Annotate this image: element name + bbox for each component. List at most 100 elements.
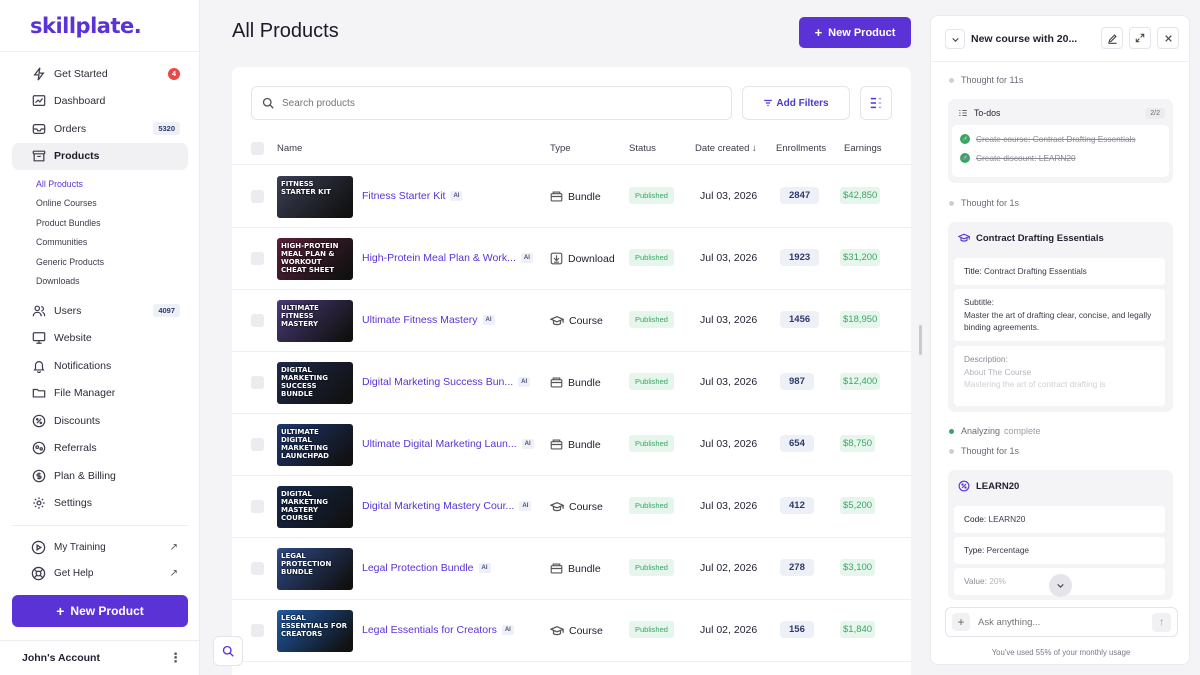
view-toggle-button[interactable] (860, 86, 892, 120)
column-enrollments[interactable]: Enrollments (776, 143, 826, 154)
sidebar-item-referrals[interactable]: Referrals (12, 435, 188, 463)
product-thumbnail[interactable]: LEGAL PROTECTION BUNDLE (277, 548, 353, 590)
panel-title[interactable]: New course with 20... (971, 33, 1077, 45)
field-label: Value: (964, 576, 987, 586)
product-thumbnail[interactable]: ULTIMATE FITNESS MASTERY (277, 300, 353, 342)
product-name-link[interactable]: Fitness Starter Kit AI (362, 190, 463, 202)
product-thumbnail[interactable]: LEGAL ESSENTIALS FOR CREATORS (277, 610, 353, 652)
product-thumbnail[interactable]: DIGITAL MARKETING SUCCESS BUNDLE (277, 362, 353, 404)
expand-icon[interactable] (1129, 27, 1151, 49)
product-name-link[interactable]: Digital Marketing Mastery Cour... AI (362, 500, 532, 512)
sidebar-item-settings[interactable]: Settings (12, 490, 188, 518)
add-filters-button[interactable]: Add Filters (742, 86, 850, 120)
column-type[interactable]: Type (550, 143, 571, 154)
subnav-communities[interactable]: Communities (36, 233, 188, 253)
sidebar-item-discounts[interactable]: Discounts (12, 407, 188, 435)
row-checkbox[interactable] (251, 624, 264, 637)
row-checkbox[interactable] (251, 376, 264, 389)
column-name[interactable]: Name (277, 143, 302, 154)
ai-badge: AI (478, 563, 491, 573)
logo-text: skillplate. (30, 13, 142, 38)
product-thumbnail[interactable]: FITNESS STARTER KIT (277, 176, 353, 218)
edit-icon[interactable] (1101, 27, 1123, 49)
field-value: 20% (989, 576, 1006, 586)
panel-resize-handle[interactable] (919, 325, 922, 355)
table-row[interactable]: LEGAL ESSENTIALS FOR CREATORS Legal Essen… (232, 600, 911, 662)
sidebar-item-my-training[interactable]: My Training ↗ (12, 534, 188, 560)
product-name-link[interactable]: Ultimate Digital Marketing Laun... AI (362, 438, 534, 450)
referral-icon (31, 441, 46, 456)
row-checkbox[interactable] (251, 314, 264, 327)
date-created: Jul 02, 2026 (700, 562, 758, 574)
todo-item: ✓ Create discount: LEARN20 (960, 153, 1076, 163)
row-checkbox[interactable] (251, 438, 264, 451)
attach-plus-icon[interactable]: + (952, 613, 970, 631)
product-thumbnail[interactable]: HIGH-PROTEIN MEAL PLAN & WORKOUT CHEAT S… (277, 238, 353, 280)
sidebar-item-get-started[interactable]: Get Started 4 (12, 60, 188, 88)
sidebar-item-dashboard[interactable]: Dashboard (12, 88, 188, 116)
table-row[interactable]: HIGH-PROTEIN MEAL PLAN & WORKOUT CHEAT S… (232, 228, 911, 290)
analyzing-text: Analyzing (961, 426, 1001, 436)
table-row[interactable]: ULTIMATE FITNESS MASTERY Ultimate Fitness… (232, 290, 911, 352)
close-icon[interactable] (1157, 27, 1179, 49)
sidebar-item-notifications[interactable]: Notifications (12, 352, 188, 380)
row-checkbox[interactable] (251, 562, 264, 575)
table-row[interactable]: FITNESS STARTER KIT Fitness Starter Kit AI… (232, 166, 911, 228)
sidebar-item-products[interactable]: Products (12, 142, 188, 170)
new-product-button-sidebar[interactable]: + New Product (12, 595, 188, 627)
row-checkbox[interactable] (251, 252, 264, 265)
subnav-downloads[interactable]: Downloads (36, 272, 188, 292)
table-row[interactable]: DIGITAL MARKETING SUCCESS BUNDLE Digital … (232, 352, 911, 414)
date-created: Jul 03, 2026 (700, 314, 758, 326)
ask-input[interactable] (978, 616, 1138, 628)
logo[interactable]: skillplate. (0, 0, 199, 52)
ai-badge: AI (521, 439, 534, 449)
floating-search-button[interactable] (213, 636, 243, 666)
search-icon (262, 97, 274, 109)
new-product-button[interactable]: + New Product (799, 17, 911, 48)
account-menu[interactable]: John's Account ⋮ (0, 640, 200, 675)
check-circle-icon: ✓ (960, 134, 970, 144)
discount-badge-icon (958, 480, 970, 492)
column-earnings[interactable]: Earnings (844, 143, 882, 154)
sidebar-item-plan-billing[interactable]: Plan & Billing (12, 462, 188, 490)
product-name: Digital Marketing Mastery Cour... (362, 500, 515, 512)
table-row[interactable]: LEGAL PROTECTION BUNDLE Legal Protection … (232, 538, 911, 600)
product-name-link[interactable]: High-Protein Meal Plan & Work... AI (362, 252, 533, 264)
product-name-link[interactable]: Ultimate Fitness Mastery AI (362, 314, 495, 326)
sidebar-item-users[interactable]: Users 4097 (12, 297, 188, 325)
row-checkbox[interactable] (251, 190, 264, 203)
scroll-down-button[interactable] (1049, 574, 1072, 597)
sidebar-item-file-manager[interactable]: File Manager (12, 380, 188, 408)
thumbnail-text: DIGITAL MARKETING SUCCESS BUNDLE (281, 366, 328, 398)
discount-type-field: Type: Percentage (954, 537, 1165, 564)
search-box[interactable] (251, 86, 732, 120)
product-name-link[interactable]: Legal Protection Bundle AI (362, 562, 491, 574)
subnav-generic-products[interactable]: Generic Products (36, 252, 188, 272)
subnav-all-products[interactable]: All Products (36, 174, 188, 194)
product-thumbnail[interactable]: ULTIMATE DIGITAL MARKETING LAUNCHPAD (277, 424, 353, 466)
ai-assistant-panel: New course with 20... Thought for 11s To… (930, 15, 1190, 665)
sidebar-item-website[interactable]: Website (12, 325, 188, 353)
products-subnav: All Products Online Courses Product Bund… (12, 174, 188, 291)
subnav-product-bundles[interactable]: Product Bundles (36, 213, 188, 233)
table-row[interactable]: DIGITAL MARKETING MASTERY COURSE Digital … (232, 476, 911, 538)
sidebar-item-get-help[interactable]: Get Help ↗ (12, 560, 188, 586)
sidebar-item-orders[interactable]: Orders 5320 (12, 115, 188, 143)
column-date[interactable]: Date created ↓ (695, 143, 757, 154)
course-header: Contract Drafting Essentials (958, 232, 1104, 244)
more-vertical-icon[interactable]: ⋮ (169, 650, 182, 666)
search-input[interactable] (282, 97, 682, 109)
row-checkbox[interactable] (251, 500, 264, 513)
product-name-link[interactable]: Digital Marketing Success Bun... AI (362, 376, 531, 388)
subnav-online-courses[interactable]: Online Courses (36, 194, 188, 214)
product-name-link[interactable]: Legal Essentials for Creators AI (362, 624, 514, 636)
chevron-down-icon[interactable] (945, 29, 965, 49)
send-arrow-icon[interactable]: ↑ (1152, 613, 1171, 632)
todo-text: Create course: Contract Drafting Essenti… (976, 134, 1136, 144)
sidebar-item-label: Notifications (54, 359, 112, 372)
table-row[interactable]: ULTIMATE DIGITAL MARKETING LAUNCHPAD Ulti… (232, 414, 911, 476)
column-status[interactable]: Status (629, 143, 656, 154)
select-all-checkbox[interactable] (251, 142, 264, 155)
product-thumbnail[interactable]: DIGITAL MARKETING MASTERY COURSE (277, 486, 353, 528)
